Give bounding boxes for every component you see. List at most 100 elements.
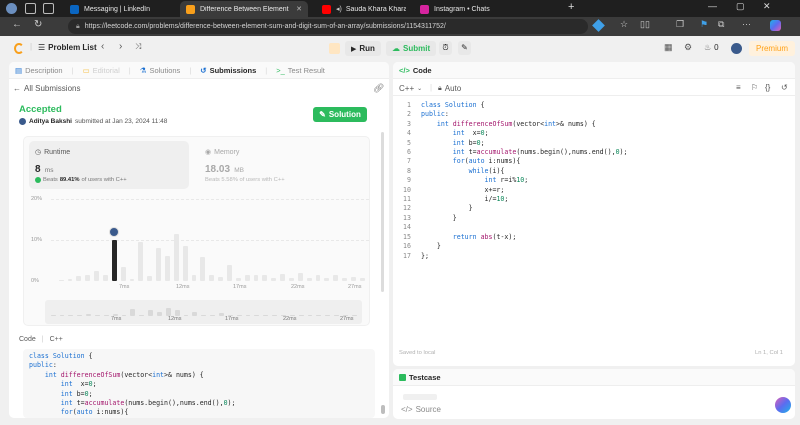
chart-bar[interactable] xyxy=(183,314,189,316)
chart-bar[interactable] xyxy=(182,246,188,281)
chart-bar[interactable] xyxy=(58,279,64,281)
problem-list-button[interactable]: ☰ Problem List xyxy=(38,43,97,52)
chart-bar[interactable] xyxy=(156,248,162,281)
chart-bar[interactable] xyxy=(191,274,197,281)
chart-bar[interactable] xyxy=(95,314,100,316)
code-tab[interactable]: </> Code xyxy=(399,66,432,75)
assistant-bubble-icon[interactable] xyxy=(775,397,791,413)
collections-icon[interactable]: ❐ xyxy=(676,19,684,30)
tab-test-result[interactable]: >_ Test Result xyxy=(276,66,325,75)
chart-bar[interactable] xyxy=(227,264,232,281)
browser-tab-leetcode[interactable]: Difference Between Element Sum ✕ xyxy=(180,1,308,17)
solution-button[interactable]: ✎ Solution xyxy=(313,107,367,122)
chart-bar[interactable] xyxy=(165,256,170,281)
chart-bar[interactable] xyxy=(342,277,348,281)
chart-bar[interactable] xyxy=(94,270,100,281)
format-icon[interactable]: ≡ xyxy=(736,83,741,92)
chart-bar[interactable] xyxy=(263,315,269,316)
browser-tab-instagram[interactable]: Instagram • Chats xyxy=(414,1,550,17)
notes-icon[interactable]: ✎ xyxy=(458,41,471,55)
chart-bar[interactable] xyxy=(147,275,153,281)
chart-bar[interactable] xyxy=(86,314,92,316)
chart-bar[interactable] xyxy=(59,315,65,316)
chart-bar[interactable] xyxy=(85,274,91,281)
chart-bar[interactable] xyxy=(280,273,286,281)
all-submissions-link[interactable]: ← All Submissions xyxy=(13,84,80,93)
debug-icon[interactable] xyxy=(329,43,340,54)
split-screen-icon[interactable]: ▯▯ xyxy=(640,19,650,30)
tab-submissions[interactable]: ↺ Submissions xyxy=(200,66,256,75)
close-window-icon[interactable]: ✕ xyxy=(763,1,771,12)
reset-icon[interactable]: ↺ xyxy=(781,83,788,92)
run-button[interactable]: ▶ Run xyxy=(345,41,381,56)
chart-bar[interactable] xyxy=(334,315,340,316)
submit-button[interactable]: ☁ Submit xyxy=(386,41,437,56)
autocomplete-toggle[interactable]: 🔒︎ Auto xyxy=(438,84,461,93)
chart-bar[interactable] xyxy=(289,277,294,281)
settings-icon[interactable]: ⚙ xyxy=(684,42,692,53)
chart-bar[interactable] xyxy=(244,274,250,281)
chart-bar[interactable] xyxy=(298,315,304,316)
browser-tab-youtube[interactable]: ◂) Sauda Khara Khara |Good N xyxy=(316,1,414,17)
profile-avatar-icon[interactable] xyxy=(6,3,17,14)
chart-bar[interactable] xyxy=(165,307,171,316)
close-tab-icon[interactable]: ✕ xyxy=(292,5,302,13)
scrollbar-thumb[interactable] xyxy=(381,405,385,414)
chart-bar[interactable] xyxy=(324,277,330,281)
alarm-icon[interactable]: ⏰︎ xyxy=(439,41,452,55)
back-icon[interactable]: ← xyxy=(12,19,22,30)
chart-bar[interactable] xyxy=(120,266,126,281)
chart-bar[interactable] xyxy=(103,274,108,281)
tab-editorial[interactable]: ▭ Editorial xyxy=(83,66,120,75)
runtime-card[interactable]: ◷ Runtime 8 ms Beats 89.41% of users wit… xyxy=(29,141,189,189)
refresh-icon[interactable]: ↻ xyxy=(34,19,42,30)
chart-bar[interactable] xyxy=(351,276,356,281)
copilot-icon[interactable] xyxy=(770,20,781,31)
share-link-icon[interactable]: 🔗︎ xyxy=(373,83,384,94)
chart-bar[interactable] xyxy=(210,315,216,316)
chart-bar[interactable] xyxy=(103,315,109,316)
chart-range-navigator[interactable]: 7ms 12ms 17ms 22ms 27ms xyxy=(45,300,362,324)
chart-bar[interactable] xyxy=(130,309,136,316)
chart-bar[interactable] xyxy=(201,314,207,316)
chart-bar[interactable] xyxy=(254,314,260,316)
chart-bar[interactable] xyxy=(219,313,224,316)
streak-counter[interactable]: ♨ 0 xyxy=(704,43,719,52)
prev-problem-icon[interactable]: ‹ xyxy=(101,41,104,52)
shopping-icon[interactable]: ⚑ xyxy=(700,19,708,30)
chart-bar[interactable] xyxy=(68,315,74,316)
chart-bar-current[interactable] xyxy=(111,240,117,281)
tab-description[interactable]: ▤ Description xyxy=(15,66,63,75)
maximize-icon[interactable]: ▢ xyxy=(736,1,745,12)
chart-bar[interactable] xyxy=(138,242,144,281)
chart-bar[interactable] xyxy=(218,276,224,281)
chart-bar[interactable] xyxy=(271,277,277,281)
chart-bar[interactable] xyxy=(315,274,321,281)
chart-bar[interactable] xyxy=(148,310,154,316)
chart-bar[interactable] xyxy=(272,314,278,316)
chart-bar[interactable] xyxy=(192,311,198,316)
minimize-icon[interactable]: — xyxy=(708,1,717,11)
memory-card[interactable]: ◉ Memory 18.03 MB Beats 5.58% of users w… xyxy=(199,141,359,189)
braces-icon[interactable]: {} xyxy=(765,83,770,92)
scrollbar[interactable] xyxy=(381,132,384,292)
next-problem-icon[interactable]: › xyxy=(119,41,122,52)
bookmark-icon[interactable]: ⚐ xyxy=(751,83,758,92)
layout-icon[interactable]: ▦ xyxy=(664,42,673,53)
chart-bar[interactable] xyxy=(157,311,162,316)
browser-tab-linkedin[interactable]: Messaging | LinkedIn xyxy=(64,1,180,17)
chart-bar[interactable] xyxy=(359,277,365,281)
chart-bar[interactable] xyxy=(325,314,331,316)
chart-bar[interactable] xyxy=(245,314,251,316)
chart-bar[interactable] xyxy=(333,274,339,281)
extension-icon[interactable] xyxy=(592,19,605,32)
chart-bar[interactable] xyxy=(76,276,82,281)
code-editor[interactable]: 1 class Solution {2 public: 3 int differenc… xyxy=(397,101,792,341)
chart-bar[interactable] xyxy=(316,315,322,316)
workspaces-icon[interactable] xyxy=(25,3,36,14)
favorite-icon[interactable]: ☆ xyxy=(620,19,628,30)
tab-solutions[interactable]: ⚗ Solutions xyxy=(140,66,181,75)
chart-bar[interactable] xyxy=(235,277,241,281)
chart-bar[interactable] xyxy=(139,315,145,316)
tab-actions-icon[interactable] xyxy=(43,3,54,14)
